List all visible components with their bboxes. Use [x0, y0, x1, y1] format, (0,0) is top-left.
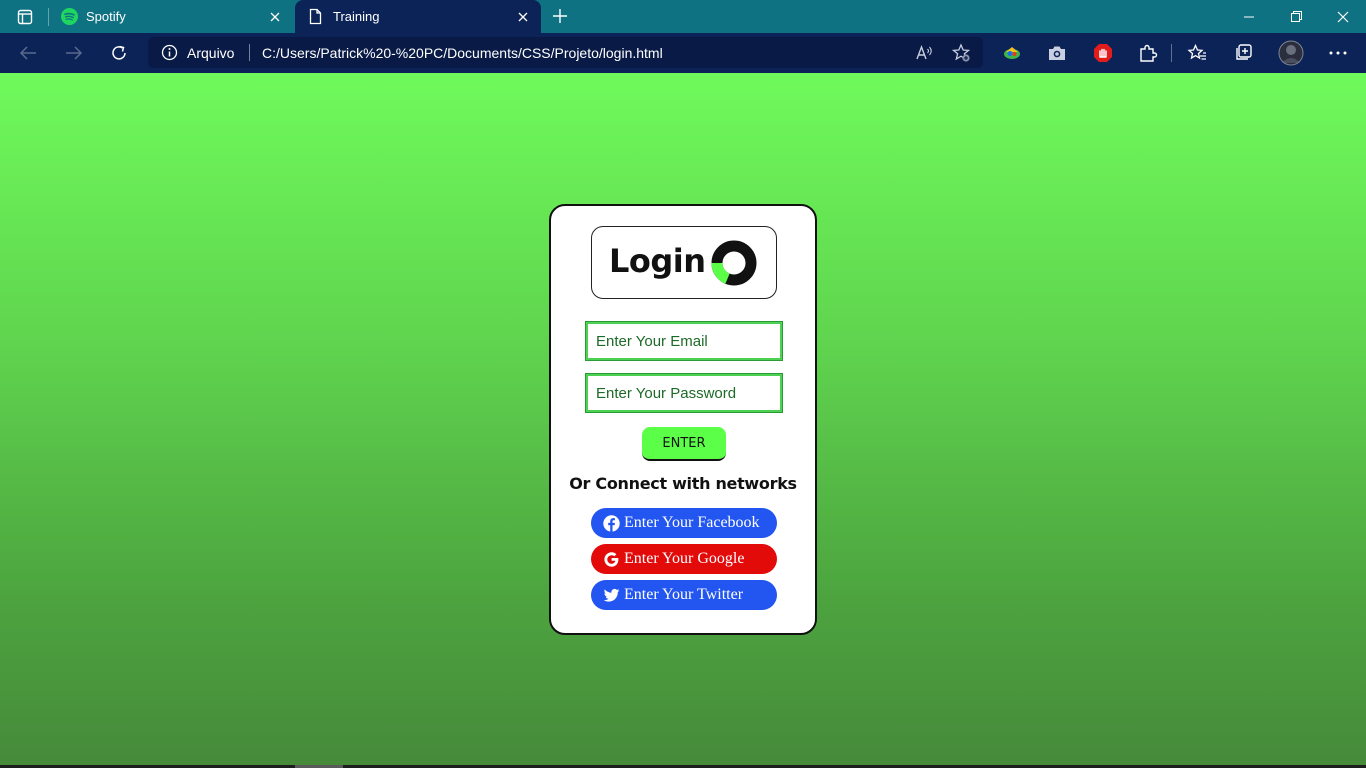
facebook-login-button[interactable]: Enter Your Facebook — [591, 508, 777, 538]
tab-separator — [48, 8, 49, 26]
new-tab-button[interactable] — [548, 4, 572, 28]
favorites-button[interactable] — [1186, 42, 1208, 64]
close-icon — [1337, 11, 1349, 22]
tab-close-button[interactable] — [513, 7, 533, 27]
connect-title: Or Connect with networks — [569, 474, 797, 493]
close-icon — [270, 12, 280, 22]
twitter-icon — [603, 588, 620, 602]
tab-close-button[interactable] — [265, 7, 285, 27]
login-logo: Login — [591, 226, 777, 299]
more-icon — [1329, 51, 1347, 55]
refresh-button[interactable] — [103, 37, 135, 69]
settings-more-button[interactable] — [1327, 42, 1349, 64]
twitter-login-label: Enter Your Twitter — [624, 586, 744, 603]
adblock-button[interactable] — [1092, 42, 1114, 64]
password-input[interactable] — [588, 376, 780, 410]
address-bar[interactable]: Arquivo C:/Users/Patrick%20-%20PC/Docume… — [148, 37, 983, 68]
close-icon — [518, 12, 528, 22]
add-favorite-icon[interactable] — [951, 43, 971, 63]
profile-button[interactable] — [1278, 40, 1304, 66]
security-label: Arquivo — [187, 45, 235, 61]
google-login-button[interactable]: Enter Your Google — [591, 544, 777, 574]
camera-icon — [1049, 46, 1065, 60]
read-aloud-icon[interactable] — [914, 43, 934, 63]
adblock-icon — [1094, 44, 1112, 62]
tab-actions-icon — [17, 9, 33, 25]
plus-icon — [553, 9, 567, 23]
address-divider — [249, 44, 250, 61]
email-field[interactable] — [585, 321, 783, 361]
refresh-icon — [112, 45, 126, 60]
google-login-label: Enter Your Google — [624, 550, 745, 567]
facebook-icon — [603, 514, 620, 532]
tab-title: Spotify — [86, 9, 126, 24]
puzzle-icon — [1140, 44, 1158, 62]
login-title: Login — [609, 242, 706, 280]
screenshot-button[interactable] — [1046, 42, 1068, 64]
tab-title: Training — [333, 9, 380, 24]
tab-bar: Spotify Training — [0, 0, 1366, 33]
email-input[interactable] — [588, 324, 780, 358]
minimize-button[interactable] — [1226, 0, 1272, 33]
browser-toolbar: Arquivo C:/Users/Patrick%20-%20PC/Docume… — [0, 33, 1366, 73]
enter-button[interactable]: ENTER — [642, 427, 726, 461]
tab-training[interactable]: Training — [295, 0, 541, 33]
forward-button[interactable] — [58, 37, 90, 69]
toolbar-separator — [1171, 44, 1172, 62]
extension-colorful-icon — [1004, 47, 1020, 59]
google-icon — [604, 551, 619, 567]
minimize-icon — [1244, 16, 1254, 17]
page-content: Login ENTER Or Connect with networks Ent… — [0, 73, 1366, 765]
collections-icon — [1236, 44, 1252, 60]
back-button[interactable] — [12, 37, 44, 69]
facebook-login-label: Enter Your Facebook — [624, 514, 760, 531]
login-card: Login ENTER Or Connect with networks Ent… — [549, 204, 817, 635]
restore-button[interactable] — [1273, 0, 1319, 33]
arrow-left-icon — [19, 46, 36, 60]
extension-colorful-button[interactable] — [1001, 42, 1023, 64]
arrow-right-icon — [66, 46, 83, 60]
twitter-login-button[interactable]: Enter Your Twitter — [591, 580, 777, 610]
tab-spotify[interactable]: Spotify — [53, 0, 293, 33]
tab-actions-button[interactable] — [8, 4, 42, 30]
collections-button[interactable] — [1232, 42, 1254, 64]
password-field[interactable] — [585, 373, 783, 413]
info-icon[interactable] — [161, 44, 178, 61]
favorites-icon — [1187, 43, 1206, 60]
ring-logo-icon — [711, 240, 757, 286]
page-icon — [309, 8, 322, 25]
spotify-icon — [61, 8, 78, 25]
extensions-button[interactable] — [1137, 42, 1159, 64]
restore-icon — [1290, 11, 1302, 22]
url-text[interactable]: C:/Users/Patrick%20-%20PC/Documents/CSS/… — [262, 45, 663, 61]
close-window-button[interactable] — [1320, 0, 1366, 33]
avatar-icon — [1278, 40, 1304, 66]
